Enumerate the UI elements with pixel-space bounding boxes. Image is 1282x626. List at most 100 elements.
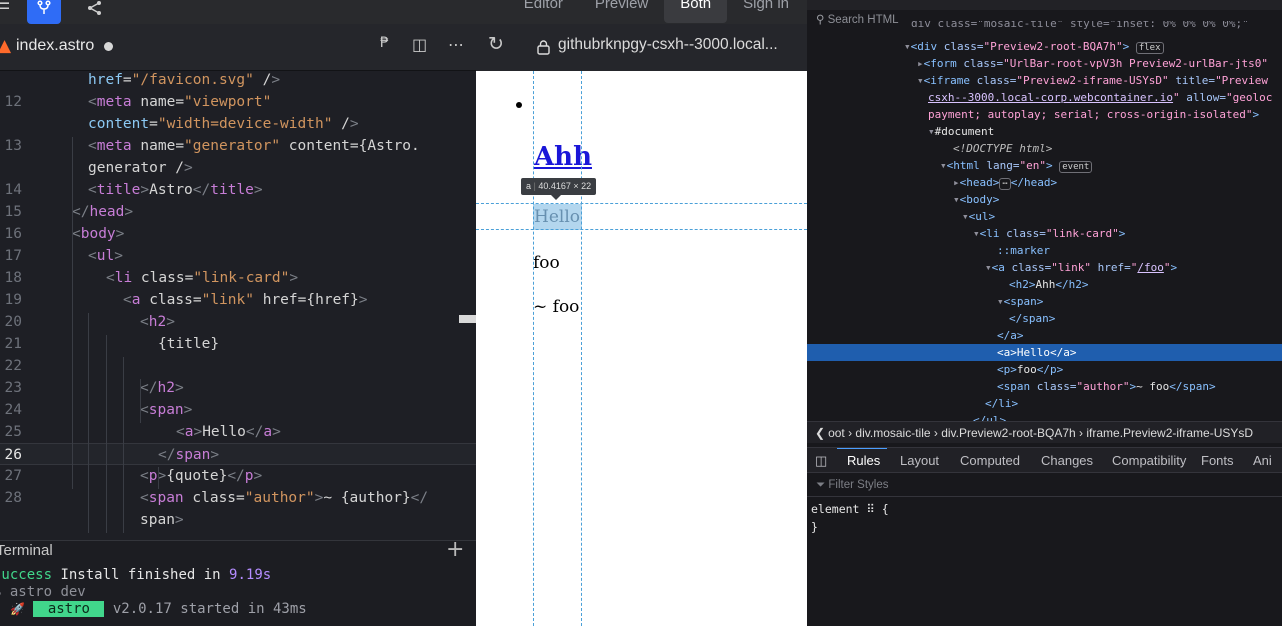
lock-icon: [537, 40, 550, 55]
prettier-icon[interactable]: ₱: [380, 35, 389, 51]
tree-node[interactable]: </ul>: [973, 412, 1282, 421]
tree-node[interactable]: <p>foo</p>: [997, 361, 1282, 378]
terminal-text: v2.0.17 started in 43ms: [104, 601, 307, 617]
rocket-icon: 🚀: [10, 602, 25, 616]
code-text: <ul>: [88, 248, 123, 264]
code-text: <a class="link" href={href}>: [123, 292, 368, 308]
menu-icon[interactable]: ☰: [0, 0, 16, 18]
preview-url-bar: ↻ githubrknpgy-csxh--3000.local...: [476, 24, 807, 71]
code-line[interactable]: 28 <span class="author">~ {author}</: [0, 487, 476, 509]
tab-preview[interactable]: Preview: [579, 0, 664, 23]
tab-editor[interactable]: Editor: [508, 0, 579, 23]
line-number: 25: [4, 424, 22, 440]
code-line[interactable]: 29 </a>: [0, 531, 476, 533]
sign-in-link[interactable]: Sign in: [727, 0, 805, 23]
fork-button[interactable]: [27, 0, 61, 24]
tree-node[interactable]: </span>: [1009, 310, 1282, 327]
tree-node[interactable]: <h2>Ahh</h2>: [1009, 276, 1282, 293]
highlight-guide-top: [476, 203, 807, 204]
tree-node[interactable]: ▾<ul>: [962, 208, 1282, 225]
tree-node[interactable]: ▸<head> ⋯ </head>: [953, 174, 1282, 191]
tree-node[interactable]: ▾<html lang="en"> event: [940, 157, 1282, 174]
line-number: 14: [4, 182, 22, 198]
terminal-line: 🚀 astro v2.0.17 started in 43ms: [10, 601, 307, 617]
highlight-guide-left: [533, 71, 534, 626]
tab-animations[interactable]: Ani: [1253, 453, 1272, 468]
tree-node[interactable]: ▾<div class="Preview2-root-BQA7h"> flex: [904, 38, 1282, 55]
code-line[interactable]: href="/favicon.svg" />: [0, 71, 476, 91]
code-text: <body>: [72, 226, 125, 242]
indent-guide: [123, 357, 124, 533]
code-line[interactable]: content="width=device-width" />: [0, 113, 476, 135]
tree-node[interactable]: ▾<body>: [953, 191, 1282, 208]
add-terminal-icon[interactable]: +: [446, 537, 464, 562]
tree-node[interactable]: csxh--3000.local-corp.webcontainer.io" a…: [928, 89, 1282, 106]
share-button[interactable]: [78, 0, 112, 24]
code-text: </head>: [72, 204, 134, 220]
line-number: 20: [4, 314, 22, 330]
code-text: {title}: [158, 336, 220, 352]
tab-both[interactable]: Both: [664, 0, 728, 23]
filter-styles-input[interactable]: ⏷ Filter Styles: [807, 474, 1282, 497]
tab-layout[interactable]: Layout: [900, 453, 939, 468]
tab-compatibility[interactable]: Compatibility: [1112, 453, 1186, 468]
tree-node[interactable]: <span class="author">~ foo</span>: [997, 378, 1282, 395]
devtools-panel: ⚲ Search HTML div class="mosaic-tile" st…: [807, 0, 1282, 626]
line-number: 21: [4, 336, 22, 352]
code-text: </a>: [123, 531, 158, 533]
hello-link[interactable]: Hello: [533, 204, 582, 230]
tab-rules[interactable]: Rules: [847, 453, 880, 468]
scrollbar-marker[interactable]: [459, 315, 476, 323]
filter-placeholder: Filter Styles: [828, 479, 889, 491]
astro-badge: astro: [33, 601, 105, 617]
code-line[interactable]: 12 <meta name="viewport": [0, 91, 476, 113]
code-text: content="width=device-width" />: [88, 116, 359, 132]
tab-changes[interactable]: Changes: [1041, 453, 1093, 468]
tab-fonts[interactable]: Fonts: [1201, 453, 1234, 468]
tree-node[interactable]: ▾<span>: [997, 293, 1282, 310]
tree-node[interactable]: ▾<a class="link" href="/foo">: [985, 259, 1282, 276]
code-text: href="/favicon.svg" />: [88, 72, 281, 88]
success-label: success: [0, 567, 53, 583]
code-area[interactable]: href="/favicon.svg" /> 12 <meta name="view…: [0, 71, 476, 533]
code-text: generator />: [88, 160, 193, 176]
code-text: <span class="author">~ {author}</: [140, 490, 429, 506]
split-view-icon[interactable]: ◫: [412, 35, 427, 54]
indent-guide: [140, 379, 141, 423]
chevron-left-icon[interactable]: ❮: [807, 426, 828, 440]
sidebar-toggle-icon[interactable]: ◫: [815, 453, 827, 469]
more-options-icon[interactable]: ⋯: [448, 35, 464, 54]
preview-url[interactable]: githubrknpgy-csxh--3000.local...: [558, 36, 778, 54]
tree-node[interactable]: payment; autoplay; serial; cross-origin-…: [928, 106, 1282, 123]
tree-node[interactable]: </li>: [985, 395, 1282, 412]
breadcrumb-path[interactable]: oot › div.mosaic-tile › div.Preview2-roo…: [828, 426, 1253, 440]
file-tab-name[interactable]: index.astro: [16, 37, 94, 55]
line-number: 18: [4, 270, 22, 286]
code-text: <meta name="viewport": [88, 94, 272, 110]
tree-node[interactable]: ▾<iframe class="Preview2-iframe-USYsD" t…: [917, 72, 1282, 89]
reload-icon[interactable]: ↻: [488, 33, 504, 55]
highlight-guide-right: [581, 71, 582, 626]
dom-tree[interactable]: div class="mosaic-tile" style="inset: 0%…: [807, 21, 1282, 421]
tree-node[interactable]: </a>: [997, 327, 1282, 344]
highlight-guide-bottom: [476, 229, 807, 230]
preview-frame[interactable]: Ahh Hello foo ~ foo a | 40.4167 × 22: [476, 71, 807, 626]
rule-selector[interactable]: element ⠿ {: [811, 502, 889, 516]
tree-node-selected[interactable]: <a>Hello</a>: [807, 344, 1282, 361]
tree-node[interactable]: div class="mosaic-tile" style="inset: 0%…: [911, 21, 1282, 32]
code-line[interactable]: span>: [0, 509, 476, 531]
terminal-line: $ astro dev: [0, 584, 86, 600]
line-number: 15: [4, 204, 22, 220]
card-heading-link[interactable]: Ahh: [534, 142, 592, 172]
tree-node[interactable]: ::marker: [997, 242, 1282, 259]
tab-computed[interactable]: Computed: [960, 453, 1020, 468]
line-number: 13: [4, 138, 22, 154]
tree-node[interactable]: ▾#document: [928, 123, 1282, 140]
tree-node[interactable]: ▸<form class="UrlBar-root-vpV3h Preview2…: [917, 55, 1282, 72]
tree-node[interactable]: ▾<li class="link-card">: [973, 225, 1282, 242]
terminal-line: success Install finished in 9.19s: [0, 567, 271, 583]
author-text: ~ foo: [533, 297, 580, 317]
tree-node[interactable]: <!DOCTYPE html>: [953, 140, 1282, 157]
breadcrumb[interactable]: ❮ oot › div.mosaic-tile › div.Preview2-ro…: [807, 421, 1282, 443]
indent-guide: [72, 137, 73, 489]
